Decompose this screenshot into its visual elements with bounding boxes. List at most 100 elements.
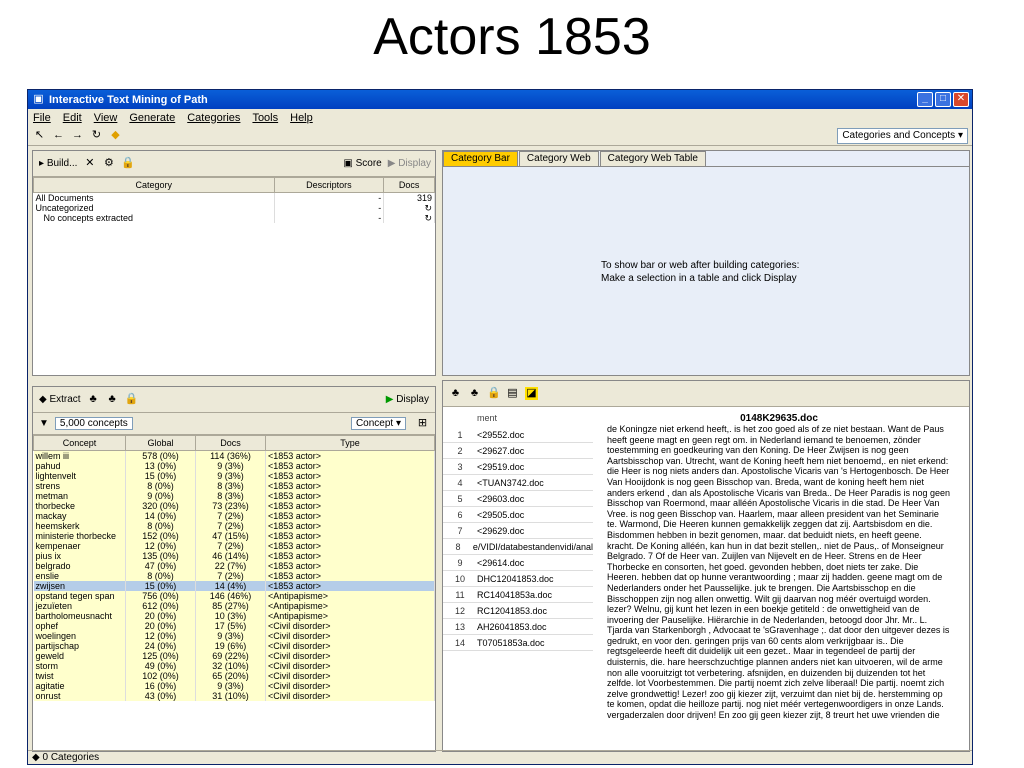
maximize-button[interactable]: □: [935, 92, 951, 107]
list-item[interactable]: 9 <29614.doc: [443, 555, 593, 571]
table-row[interactable]: onrust 43 (0%) 31 (10%) <Civil disorder>: [33, 691, 435, 701]
table-row[interactable]: willem iii 578 (0%) 114 (36%) <1853 actor>: [33, 450, 435, 461]
concept-dropdown[interactable]: Concept ▾: [350, 417, 406, 430]
menu-help[interactable]: Help: [290, 112, 313, 124]
table-row[interactable]: ophef 20 (0%) 17 (5%) <Civil disorder>: [33, 621, 435, 631]
list-item[interactable]: 4 <TUAN3742.doc: [443, 475, 593, 491]
delete-icon[interactable]: ✕: [83, 157, 96, 170]
table-row[interactable]: storm 49 (0%) 32 (10%) <Civil disorder>: [33, 661, 435, 671]
col-concept[interactable]: Concept: [33, 435, 126, 451]
menu-file[interactable]: File: [33, 112, 51, 124]
score-button[interactable]: ▣ Score: [343, 158, 381, 169]
table-row[interactable]: belgrado 47 (0%) 22 (7%) <1853 actor>: [33, 561, 435, 571]
menu-tools[interactable]: Tools: [252, 112, 278, 124]
refresh-icon[interactable]: ↻: [90, 129, 103, 142]
table-row[interactable]: partijschap 24 (0%) 19 (6%) <Civil disorder…: [33, 641, 435, 651]
list-item[interactable]: 6 <29505.doc: [443, 507, 593, 523]
tab-category-bar[interactable]: Category Bar: [443, 151, 518, 166]
concept-icon[interactable]: ♣: [87, 393, 100, 406]
table-row[interactable]: mackay 14 (0%) 7 (2%) <1853 actor>: [33, 511, 435, 521]
table-row[interactable]: No concepts extracted - ↻: [33, 213, 435, 223]
concept-type: <1853 actor>: [265, 501, 435, 511]
table-row[interactable]: All Documents -319: [33, 192, 435, 203]
diamond-icon[interactable]: ◆: [109, 129, 122, 142]
row-number: 13: [454, 622, 465, 632]
refresh-icon[interactable]: ↻: [383, 203, 435, 213]
concept-count-field[interactable]: 5,000 concepts: [54, 417, 133, 430]
settings-icon[interactable]: ⚙: [102, 157, 115, 170]
concept-gray-icon[interactable]: ♣: [468, 387, 481, 400]
table-row[interactable]: Uncategorized - ↻: [33, 203, 435, 213]
col-descriptors[interactable]: Descriptors: [273, 177, 385, 193]
list-item[interactable]: 3 <29519.doc: [443, 459, 593, 475]
list-item[interactable]: 2 <29627.doc: [443, 443, 593, 459]
extract-button[interactable]: ◆ Extract: [39, 394, 81, 405]
concept-icon[interactable]: ♣: [449, 387, 462, 400]
table-row[interactable]: heemskerk 8 (0%) 7 (2%) <1853 actor>: [33, 521, 435, 531]
menu-categories[interactable]: Categories: [187, 112, 240, 124]
col-category[interactable]: Category: [33, 177, 275, 193]
lock-icon[interactable]: 🔒: [125, 393, 139, 406]
list-item[interactable]: 7 <29629.doc: [443, 523, 593, 539]
table-row[interactable]: thorbecke 320 (0%) 73 (23%) <1853 actor>: [33, 501, 435, 511]
close-button[interactable]: ✕: [953, 92, 969, 107]
cursor-icon[interactable]: ↖: [33, 129, 46, 142]
back-icon[interactable]: ←: [52, 129, 65, 142]
table-row[interactable]: pahud 13 (0%) 9 (3%) <1853 actor>: [33, 461, 435, 471]
global-count: 135 (0%): [125, 551, 196, 561]
table-row[interactable]: strens 8 (0%) 8 (3%) <1853 actor>: [33, 481, 435, 491]
col-docs[interactable]: Docs: [195, 435, 266, 451]
list-item[interactable]: 13 AH26041853.doc: [443, 619, 593, 635]
filter-icon[interactable]: ▼: [39, 418, 49, 429]
add-icon[interactable]: ⊞: [416, 417, 429, 430]
menu-generate[interactable]: Generate: [129, 112, 175, 124]
table-row[interactable]: kempenaer 12 (0%) 7 (2%) <1853 actor>: [33, 541, 435, 551]
forward-icon[interactable]: →: [71, 129, 84, 142]
tab-category-web[interactable]: Category Web: [518, 151, 599, 166]
table-row[interactable]: jezuïeten 612 (0%) 85 (27%) <Antipapisme>: [33, 601, 435, 611]
col-docs[interactable]: Docs: [383, 177, 435, 193]
highlight-icon[interactable]: ◪: [525, 387, 538, 400]
table-row[interactable]: woelingen 12 (0%) 9 (3%) <Civil disorder>: [33, 631, 435, 641]
display-button[interactable]: ▶ Display: [386, 394, 429, 405]
col-type[interactable]: Type: [265, 435, 435, 451]
list-item[interactable]: 5 <29603.doc: [443, 491, 593, 507]
list-item[interactable]: 11 RC14041853a.doc: [443, 587, 593, 603]
concept-type: <1853 actor>: [265, 561, 435, 571]
menu-edit[interactable]: Edit: [63, 112, 82, 124]
list-item[interactable]: 8 e/VIDI/databestandenvidi/anal: [443, 539, 593, 555]
table-row[interactable]: agitatie 16 (0%) 9 (3%) <Civil disorder>: [33, 681, 435, 691]
table-row[interactable]: twist 102 (0%) 65 (20%) <Civil disorder>: [33, 671, 435, 681]
table-row[interactable]: enslie 8 (0%) 7 (2%) <1853 actor>: [33, 571, 435, 581]
doc-viewer[interactable]: 0148K29635.doc de Koningze niet erkend h…: [603, 413, 955, 749]
status-text: 0 Categories: [42, 752, 100, 763]
table-row[interactable]: zwijsen 15 (0%) 14 (4%) <1853 actor>: [33, 581, 435, 591]
list-item[interactable]: 1 <29552.doc: [443, 427, 593, 443]
table-row[interactable]: geweld 125 (0%) 69 (22%) <Civil disorder>: [33, 651, 435, 661]
build-button[interactable]: ▸ Build...: [39, 158, 77, 169]
lock-icon[interactable]: 🔒: [487, 387, 501, 400]
list-item[interactable]: 12 RC12041853.doc: [443, 603, 593, 619]
lock-icon[interactable]: 🔒: [121, 157, 135, 170]
doc-name: <29505.doc: [477, 510, 525, 520]
list-item[interactable]: 10 DHC12041853.doc: [443, 571, 593, 587]
docs-count: 8 (3%): [195, 481, 266, 491]
menu-view[interactable]: View: [94, 112, 118, 124]
view-select[interactable]: Categories and Concepts ▾: [837, 127, 968, 144]
table-row[interactable]: ministerie thorbecke 152 (0%) 47 (15%) <185…: [33, 531, 435, 541]
list-item[interactable]: 14 T07051853a.doc: [443, 635, 593, 651]
minimize-button[interactable]: _: [917, 92, 933, 107]
table-row[interactable]: bartholomeusnacht 20 (0%) 10 (3%) <Antipapi…: [33, 611, 435, 621]
concept-gray-icon[interactable]: ♣: [106, 393, 119, 406]
table-row[interactable]: lightenvelt 15 (0%) 9 (3%) <1853 actor>: [33, 471, 435, 481]
col-global[interactable]: Global: [125, 435, 196, 451]
refresh-icon[interactable]: ↻: [383, 213, 435, 223]
chart-icon[interactable]: ▤: [506, 387, 519, 400]
doc-list-header[interactable]: ment: [443, 413, 593, 427]
tab-category-web-table[interactable]: Category Web Table: [599, 151, 706, 166]
table-row[interactable]: metman 9 (0%) 8 (3%) <1853 actor>: [33, 491, 435, 501]
global-count: 12 (0%): [125, 541, 196, 551]
table-row[interactable]: opstand tegen span 756 (0%) 146 (46%) <Anti…: [33, 591, 435, 601]
table-row[interactable]: pius ix 135 (0%) 46 (14%) <1853 actor>: [33, 551, 435, 561]
display-button-top[interactable]: ▶ Display: [388, 158, 431, 169]
